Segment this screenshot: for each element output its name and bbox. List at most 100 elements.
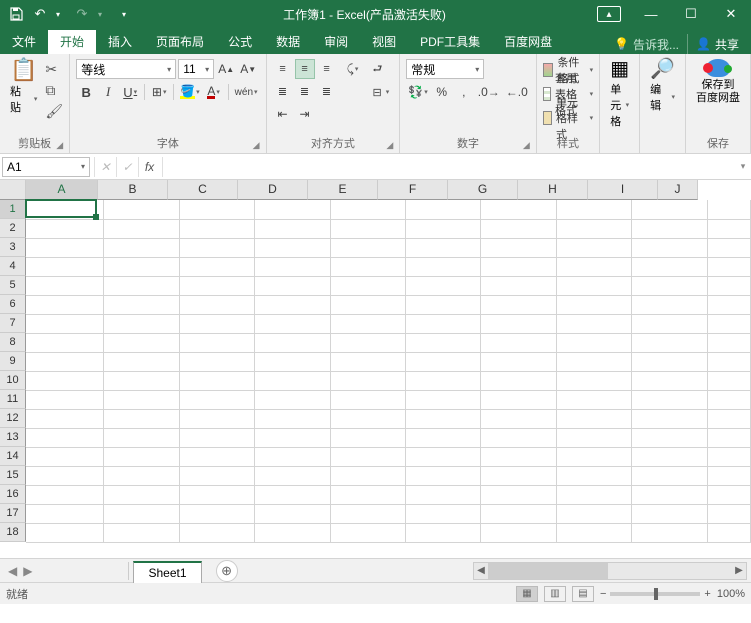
align-left-icon[interactable]: ≣ [273, 81, 293, 101]
italic-button[interactable]: I [98, 82, 118, 102]
undo-icon[interactable]: ↶ [32, 6, 48, 22]
clipboard-launcher[interactable]: ◢ [56, 140, 63, 151]
decrease-indent-icon[interactable]: ⇤ [273, 104, 293, 124]
row-header-18[interactable]: 18 [0, 523, 26, 542]
comma-button[interactable]: , [454, 82, 474, 102]
copy-icon[interactable]: ⧉ [45, 82, 63, 99]
qat-customize-icon[interactable]: ▾ [116, 6, 132, 22]
normal-view-icon[interactable]: ▦ [516, 586, 538, 602]
number-launcher[interactable]: ◢ [523, 140, 530, 151]
fill-color-button[interactable]: 🪣▾ [178, 82, 201, 102]
row-header-6[interactable]: 6 [0, 295, 26, 314]
redo-dropdown-icon[interactable]: ▾ [92, 6, 108, 22]
row-header-11[interactable]: 11 [0, 390, 26, 409]
zoom-percent[interactable]: 100% [717, 588, 745, 600]
tab-insert[interactable]: 插入 [96, 30, 144, 54]
align-launcher[interactable]: ◢ [386, 140, 393, 151]
save-icon[interactable] [8, 6, 24, 22]
align-center-icon[interactable]: ≣ [295, 81, 315, 101]
row-header-5[interactable]: 5 [0, 276, 26, 295]
sheet-nav-prev-icon[interactable]: ◀ [8, 564, 17, 578]
currency-button[interactable]: 💱▾ [406, 82, 429, 102]
cell-styles-button[interactable]: 单元格样式▾ [543, 107, 593, 129]
cut-icon[interactable]: ✂ [45, 61, 63, 78]
hscroll-right-icon[interactable]: ▶ [732, 565, 746, 576]
number-format-select[interactable]: 常规▾ [406, 59, 484, 79]
cancel-formula-icon[interactable]: ✕ [94, 157, 116, 177]
col-header-I[interactable]: I [588, 180, 658, 200]
align-middle-icon[interactable]: ≡ [295, 59, 315, 79]
maximize-button[interactable]: ☐ [671, 0, 711, 28]
row-header-1[interactable]: 1 [0, 200, 26, 219]
tab-pdf[interactable]: PDF工具集 [408, 30, 492, 54]
hscroll-left-icon[interactable]: ◀ [474, 565, 488, 576]
row-header-10[interactable]: 10 [0, 371, 26, 390]
name-box[interactable]: A1▾ [2, 157, 90, 177]
col-header-F[interactable]: F [378, 180, 448, 200]
col-header-J[interactable]: J [658, 180, 698, 200]
expand-formula-icon[interactable]: ▾ [735, 161, 751, 172]
col-header-D[interactable]: D [238, 180, 308, 200]
row-header-13[interactable]: 13 [0, 428, 26, 447]
tab-view[interactable]: 视图 [360, 30, 408, 54]
paste-button[interactable]: 📋 粘贴▾ [6, 57, 41, 117]
col-header-G[interactable]: G [448, 180, 518, 200]
add-sheet-button[interactable]: ⊕ [216, 560, 238, 582]
decrease-font-icon[interactable]: A▼ [238, 59, 258, 79]
select-all-corner[interactable] [0, 180, 26, 200]
sheet-nav-next-icon[interactable]: ▶ [23, 564, 32, 578]
tab-page-layout[interactable]: 页面布局 [144, 30, 216, 54]
enter-formula-icon[interactable]: ✓ [116, 157, 138, 177]
row-header-16[interactable]: 16 [0, 485, 26, 504]
close-button[interactable]: ✕ [711, 0, 751, 28]
zoom-out-icon[interactable]: − [600, 588, 606, 600]
wrap-text-button[interactable]: ⮐ [369, 59, 394, 79]
minimize-button[interactable]: — [631, 0, 671, 28]
col-header-E[interactable]: E [308, 180, 378, 200]
redo-icon[interactable]: ↷ [74, 6, 90, 22]
fx-icon[interactable]: fx [138, 157, 160, 177]
border-button[interactable]: ⊞▾ [149, 82, 169, 102]
font-color-button[interactable]: A▾ [204, 82, 224, 102]
tab-data[interactable]: 数据 [264, 30, 312, 54]
row-header-8[interactable]: 8 [0, 333, 26, 352]
increase-font-icon[interactable]: A▲ [216, 59, 236, 79]
row-header-14[interactable]: 14 [0, 447, 26, 466]
tab-formulas[interactable]: 公式 [216, 30, 264, 54]
tab-review[interactable]: 审阅 [312, 30, 360, 54]
tab-file[interactable]: 文件 [0, 30, 48, 54]
sheet-tab[interactable]: Sheet1 [133, 561, 201, 583]
font-size-select[interactable]: 11▾ [178, 59, 214, 79]
decrease-decimal-icon[interactable]: ←.0 [504, 82, 530, 102]
phonetic-button[interactable]: wén▾ [233, 82, 260, 102]
tab-baidu[interactable]: 百度网盘 [492, 30, 564, 54]
row-header-9[interactable]: 9 [0, 352, 26, 371]
col-header-C[interactable]: C [168, 180, 238, 200]
font-name-select[interactable]: 等线▾ [76, 59, 176, 79]
cell-area[interactable] [26, 200, 751, 558]
horizontal-scrollbar[interactable]: ◀ ▶ [473, 562, 747, 580]
formula-input[interactable] [162, 157, 735, 177]
row-header-15[interactable]: 15 [0, 466, 26, 485]
font-launcher[interactable]: ◢ [253, 140, 260, 151]
zoom-slider[interactable]: − + [600, 588, 711, 600]
col-header-A[interactable]: A [26, 180, 98, 200]
editing-button[interactable]: 🔎 编辑▾ [646, 57, 679, 115]
row-header-2[interactable]: 2 [0, 219, 26, 238]
row-header-3[interactable]: 3 [0, 238, 26, 257]
tell-me-search[interactable]: 💡 告诉我... [606, 36, 687, 53]
row-header-12[interactable]: 12 [0, 409, 26, 428]
row-header-4[interactable]: 4 [0, 257, 26, 276]
increase-indent-icon[interactable]: ⇥ [295, 104, 315, 124]
col-header-H[interactable]: H [518, 180, 588, 200]
orientation-button[interactable]: ⤹▾ [343, 59, 363, 79]
cells-button[interactable]: ▦ 单元格▾ [606, 57, 633, 131]
bold-button[interactable]: B [76, 82, 96, 102]
ribbon-options-icon[interactable]: ▴ [597, 6, 621, 22]
save-to-cloud-button[interactable]: 保存到 百度网盘 [692, 57, 744, 107]
row-header-17[interactable]: 17 [0, 504, 26, 523]
undo-dropdown-icon[interactable]: ▾ [50, 6, 66, 22]
align-bottom-icon[interactable]: ≡ [317, 59, 337, 79]
increase-decimal-icon[interactable]: .0→ [476, 82, 502, 102]
page-layout-view-icon[interactable]: ▥ [544, 586, 566, 602]
